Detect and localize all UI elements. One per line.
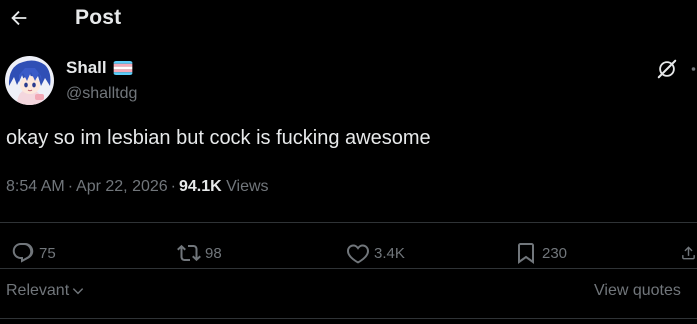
divider xyxy=(0,318,697,319)
back-button[interactable] xyxy=(8,7,30,29)
page-header: Post xyxy=(0,0,697,40)
repost-icon xyxy=(177,244,201,262)
post-time[interactable]: 8:54 AM xyxy=(6,178,65,195)
reply-count: 75 xyxy=(39,244,56,262)
arrow-left-icon xyxy=(11,10,27,26)
author-display-name[interactable]: Shall xyxy=(66,58,107,78)
author-handle[interactable]: @shalltdg xyxy=(66,85,137,103)
share-icon xyxy=(682,246,695,260)
reply-icon xyxy=(12,243,34,263)
bookmark-count: 230 xyxy=(542,244,568,262)
views-label: Views xyxy=(226,178,269,195)
divider xyxy=(0,268,697,269)
meta-separator: · xyxy=(170,178,176,195)
page-title: Post xyxy=(75,6,122,29)
grok-button[interactable] xyxy=(656,58,678,80)
divider xyxy=(0,222,697,223)
post-meta: 8:54 AM · Apr 22, 2026 · 94.1K Views xyxy=(6,178,269,196)
post-text: okay so im lesbian but cock is fucking a… xyxy=(6,127,431,149)
repost-button[interactable]: 98 xyxy=(177,240,222,266)
anime-avatar-image xyxy=(5,56,54,105)
more-options-button[interactable] xyxy=(690,60,697,78)
repost-count: 98 xyxy=(205,244,222,262)
like-button[interactable]: 3.4K xyxy=(346,240,405,266)
post-date[interactable]: Apr 22, 2026 xyxy=(76,178,168,195)
reply-button[interactable]: 75 xyxy=(11,240,56,266)
like-count: 3.4K xyxy=(374,244,405,262)
author-name-row: Shall xyxy=(66,58,133,78)
view-quotes-link[interactable]: View quotes xyxy=(594,282,681,300)
bookmark-icon xyxy=(518,243,534,264)
sort-label: Relevant xyxy=(6,282,70,299)
avatar[interactable] xyxy=(5,56,54,105)
views-count: 94.1K xyxy=(178,178,222,195)
sort-dropdown[interactable]: Relevant xyxy=(6,282,85,300)
heart-icon xyxy=(347,244,369,264)
bookmark-button[interactable]: 230 xyxy=(514,240,567,266)
meta-separator: · xyxy=(67,178,74,195)
chevron-down-icon xyxy=(72,288,84,295)
grok-icon xyxy=(657,59,677,79)
share-button[interactable] xyxy=(680,240,697,266)
more-dots-icon xyxy=(691,67,696,71)
transgender-flag-icon xyxy=(113,61,132,75)
